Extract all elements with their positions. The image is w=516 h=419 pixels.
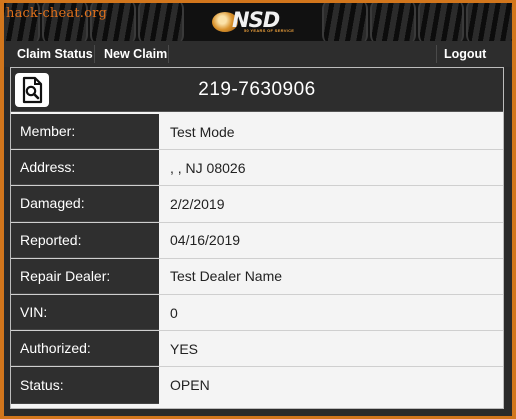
field-value: Test Mode [170,123,235,140]
field-value: 2/2/2019 [170,195,225,212]
detail-row-authorized: Authorized: YES [11,331,503,368]
field-value: OPEN [170,377,210,394]
field-label: Damaged: [11,186,159,222]
field-value: Test Dealer Name [170,268,283,285]
field-label: Repair Dealer: [11,258,159,294]
detail-row-member: Member: Test Mode [11,114,503,151]
header-banner: hack-cheat.org NSD 50 YEARS OF SERVICE [4,3,512,41]
detail-row-vin: VIN: 0 [11,294,503,332]
claim-header: 219-7630906 [11,68,503,112]
detail-row-repair-dealer: Repair Dealer: Test Dealer Name [11,258,503,295]
nav-divider [436,45,437,63]
tire-graphic [138,3,184,41]
field-value: 0 [170,304,178,321]
nsd-logo: NSD 50 YEARS OF SERVICE [212,8,304,35]
top-nav: Claim Status New Claim Logout [4,41,512,67]
detail-row-damaged: Damaged: 2/2/2019 [11,186,503,223]
detail-row-reported: Reported: 04/16/2019 [11,222,503,259]
app-frame: hack-cheat.org NSD 50 YEARS OF SERVICE C… [4,3,512,416]
detail-row-address: Address: , , NJ 08026 [11,150,503,187]
tire-graphic [466,3,512,41]
nav-new-claim[interactable]: New Claim [104,41,167,67]
tire-graphic [322,3,368,41]
nav-claim-status[interactable]: Claim Status [17,41,93,67]
watermark-text: hack-cheat.org [6,6,108,21]
claim-details: Member: Test Mode Address: , , NJ 08026 … [11,114,503,404]
tire-graphic [418,3,464,41]
field-label: Reported: [11,222,159,258]
document-search-icon[interactable] [15,73,49,107]
field-label: Authorized: [11,331,159,367]
field-label: Address: [11,150,159,186]
field-value: 04/16/2019 [170,232,241,249]
claim-card: 219-7630906 Member: Test Mode Address: ,… [10,67,504,409]
field-value: , , NJ 08026 [170,159,246,176]
field-value: YES [170,340,199,357]
claim-number: 219-7630906 [198,79,316,100]
tire-graphic [370,3,416,41]
detail-row-status: Status: OPEN [11,367,503,404]
nav-logout[interactable]: Logout [444,41,486,67]
field-label: Member: [11,114,159,150]
nav-divider [94,45,95,63]
field-label: Status: [11,367,159,404]
field-label: VIN: [11,294,159,331]
logo-tagline: 50 YEARS OF SERVICE [244,28,295,33]
nav-divider [168,45,169,63]
